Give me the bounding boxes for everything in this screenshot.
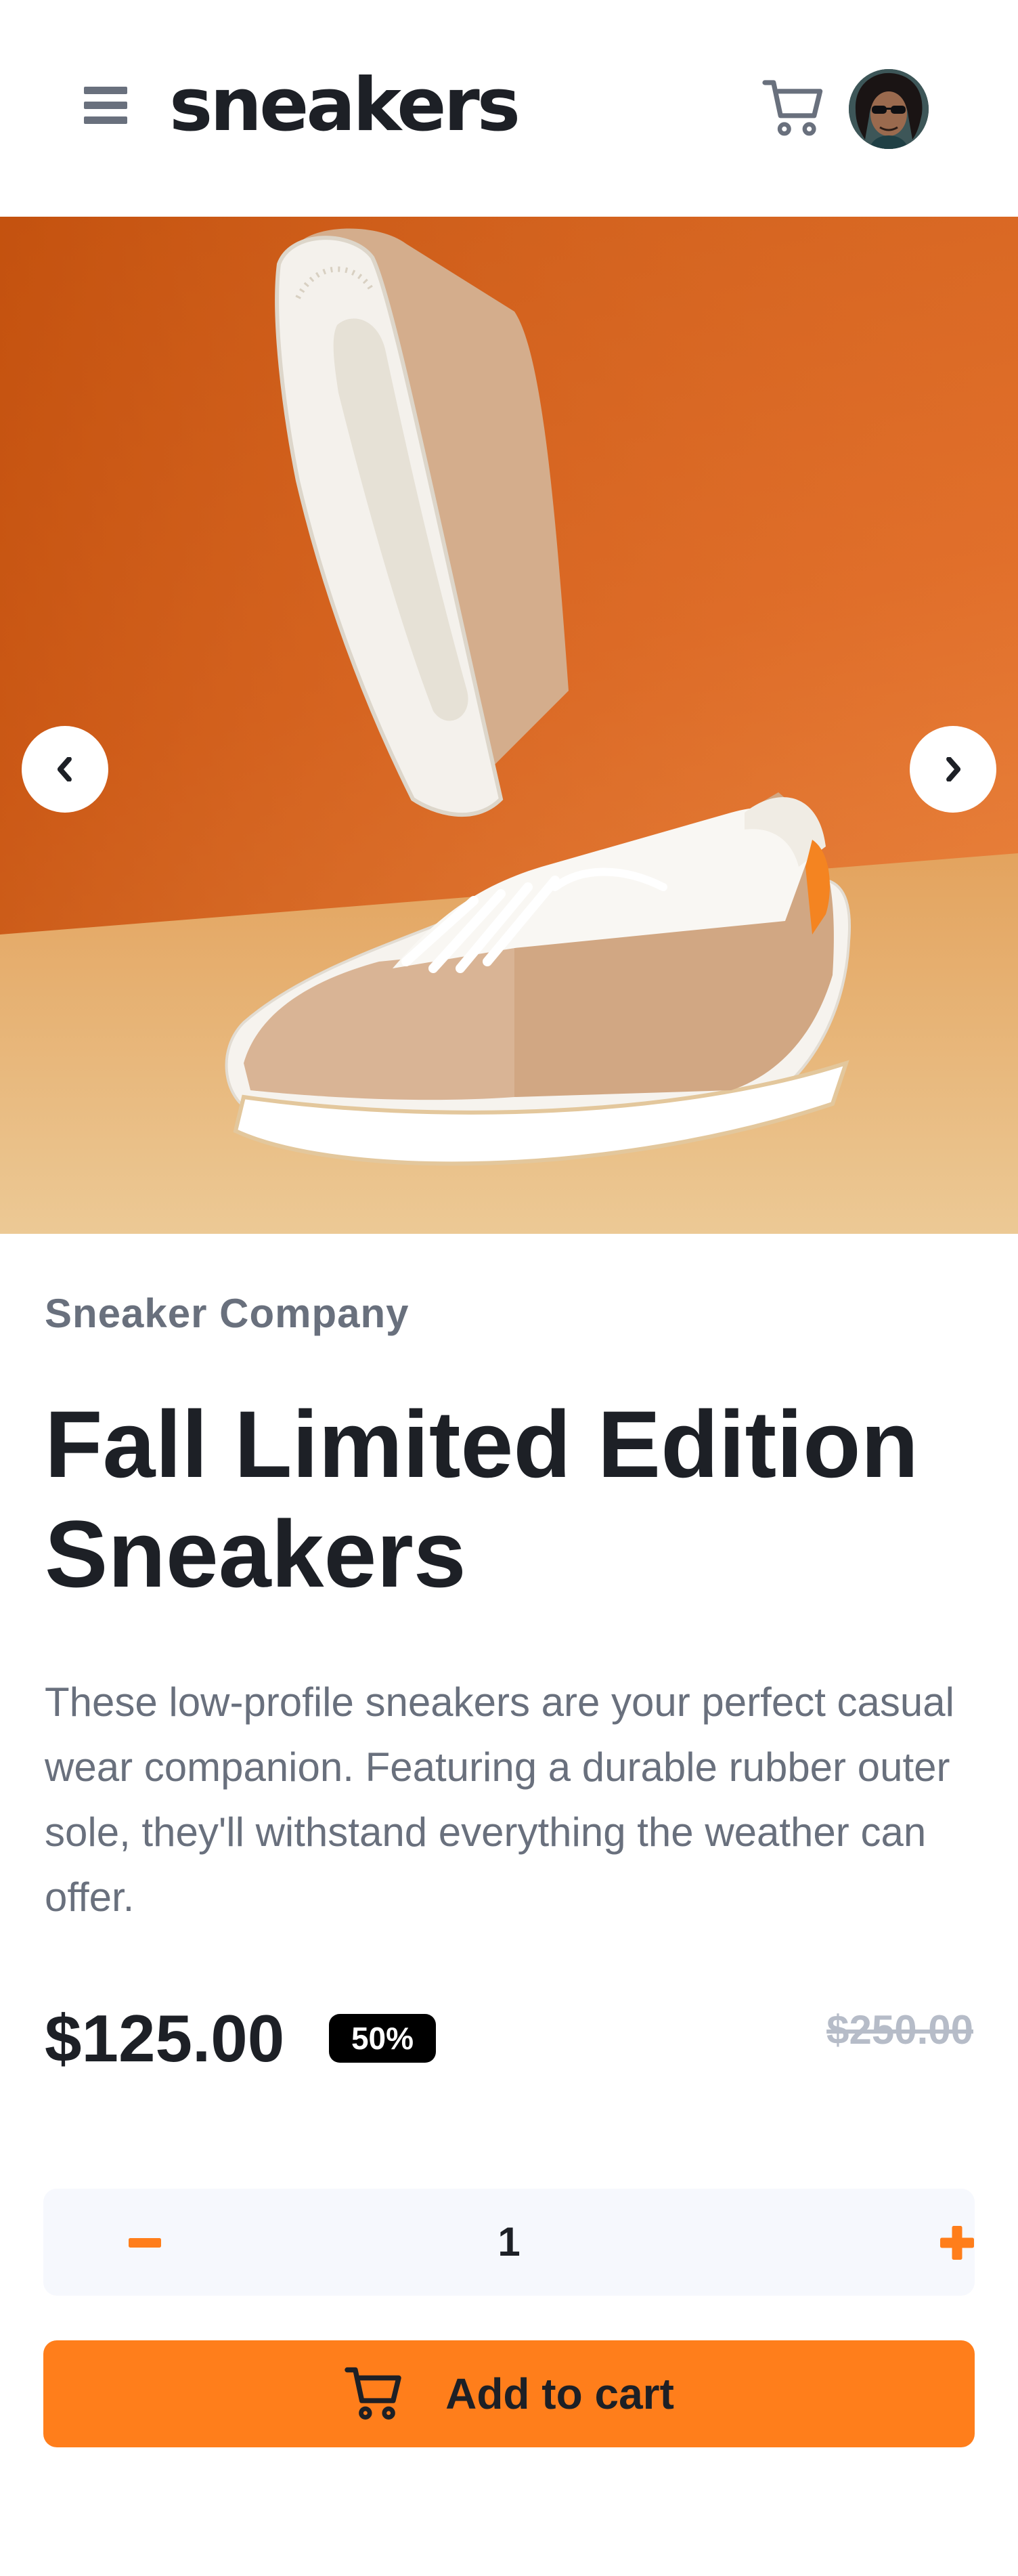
company-name: Sneaker Company (45, 1291, 410, 1336)
quantity-stepper: 1 (43, 2189, 975, 2296)
minus-icon (129, 2238, 161, 2248)
hamburger-menu-icon (84, 87, 127, 94)
site-logo[interactable]: sneakers (169, 65, 521, 146)
product-gallery (0, 217, 1018, 1234)
cart-button[interactable] (762, 79, 827, 138)
product-title: Fall Limited Edition Sneakers (45, 1391, 919, 1607)
plus-icon (940, 2226, 974, 2260)
decrease-quantity-button[interactable] (111, 2209, 179, 2277)
previous-image-button[interactable] (22, 726, 108, 813)
product-image (0, 217, 1018, 1234)
increase-quantity-button[interactable] (923, 2209, 991, 2277)
original-price: $250.00 (826, 2007, 973, 2053)
product-description: These low-profile sneakers are your perf… (45, 1679, 954, 1920)
current-price: $125.00 (45, 2001, 285, 2076)
user-avatar[interactable] (846, 66, 931, 152)
quantity-value: 1 (497, 2219, 521, 2264)
discount-badge: 50% (329, 2014, 436, 2063)
cart-icon (344, 2366, 406, 2422)
avatar-image (849, 69, 929, 149)
add-to-cart-button[interactable]: Add to cart (43, 2340, 975, 2447)
add-to-cart-label: Add to cart (445, 2369, 674, 2418)
next-image-button[interactable] (910, 726, 996, 813)
menu-button[interactable] (84, 87, 127, 125)
cart-icon (762, 80, 823, 136)
chevron-right-icon (946, 757, 961, 781)
site-header: sneakers (0, 0, 1018, 217)
chevron-left-icon (57, 757, 72, 781)
